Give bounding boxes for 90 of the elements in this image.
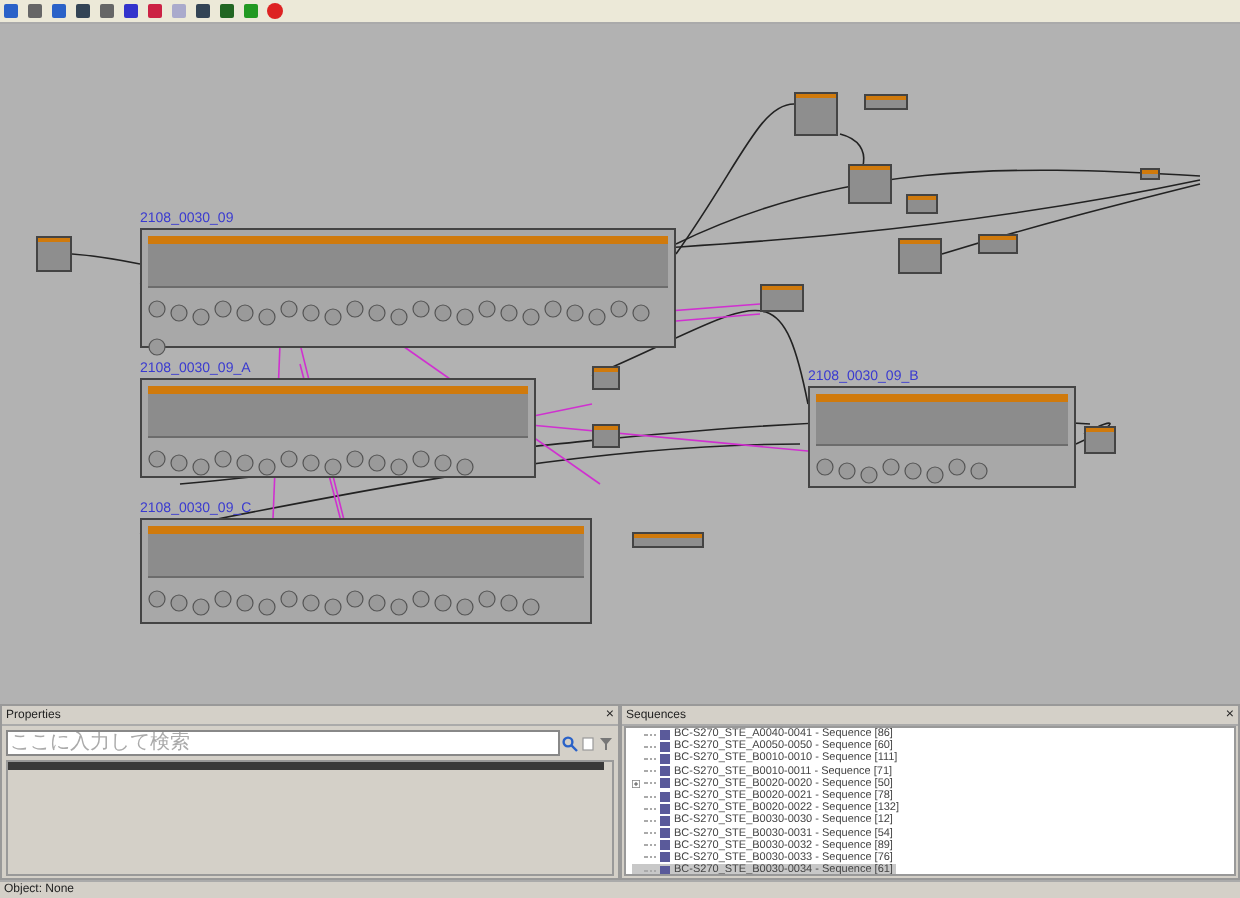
socket-node-icon[interactable] [236,594,254,612]
socket-node-icon[interactable] [302,304,320,322]
socket-node-icon[interactable] [434,304,452,322]
socket-node-icon[interactable] [500,304,518,322]
socket-node-icon[interactable] [148,338,166,356]
node-body[interactable] [816,402,1068,446]
socket-node-icon[interactable] [500,594,518,612]
socket-node-icon[interactable] [948,458,966,476]
socket-node-icon[interactable] [192,598,210,616]
socket-node-icon[interactable] [258,598,276,616]
graph-node[interactable] [36,236,72,272]
socket-node-icon[interactable] [860,466,878,484]
socket-node-icon[interactable] [434,594,452,612]
socket-node-icon[interactable] [412,590,430,608]
socket-node-icon[interactable] [522,598,540,616]
socket-node-icon[interactable] [170,594,188,612]
search-icon[interactable] [562,735,578,751]
graph-node[interactable] [632,532,704,548]
graph-node[interactable] [794,92,838,136]
socket-node-icon[interactable] [816,458,834,476]
socket-node-icon[interactable] [632,304,650,322]
socket-node-icon[interactable] [522,308,540,326]
group-frame[interactable] [808,386,1076,488]
socket-node-icon[interactable] [368,454,386,472]
socket-node-icon[interactable] [926,466,944,484]
node-body[interactable] [148,244,668,288]
socket-node-icon[interactable] [566,304,584,322]
socket-node-icon[interactable] [346,590,364,608]
group-frame[interactable] [140,518,592,624]
socket-node-icon[interactable] [324,598,342,616]
socket-node-icon[interactable] [456,458,474,476]
socket-node-icon[interactable] [882,458,900,476]
socket-node-icon[interactable] [456,598,474,616]
socket-node-icon[interactable] [280,590,298,608]
socket-node-icon[interactable] [390,308,408,326]
socket-node-icon[interactable] [904,462,922,480]
expand-icon[interactable] [632,779,640,788]
graph-node[interactable] [978,234,1018,254]
graph-node[interactable] [898,238,942,274]
socket-node-icon[interactable] [478,300,496,318]
socket-node-icon[interactable] [390,598,408,616]
socket-node-icon[interactable] [588,308,606,326]
graph-node[interactable] [848,164,892,204]
group-frame[interactable] [140,378,536,478]
socket-node-icon[interactable] [214,590,232,608]
socket-node-icon[interactable] [236,454,254,472]
socket-node-icon[interactable] [970,462,988,480]
search-field[interactable]: ここに入力して検索 [6,730,560,756]
graph-node[interactable] [1140,168,1160,180]
socket-node-icon[interactable] [148,590,166,608]
socket-node-icon[interactable] [148,300,166,318]
page-icon[interactable] [580,735,596,751]
socket-node-icon[interactable] [610,300,628,318]
node-body[interactable] [148,534,584,578]
socket-node-icon[interactable] [170,454,188,472]
socket-node-icon[interactable] [236,304,254,322]
socket-node-icon[interactable] [302,454,320,472]
socket-node-icon[interactable] [192,458,210,476]
socket-node-icon[interactable] [258,458,276,476]
socket-node-icon[interactable] [214,450,232,468]
socket-node-icon[interactable] [280,450,298,468]
socket-node-icon[interactable] [544,300,562,318]
socket-node-icon[interactable] [280,300,298,318]
graph-node[interactable] [1084,426,1116,454]
socket-node-icon[interactable] [302,594,320,612]
socket-node-icon[interactable] [148,450,166,468]
socket-node-icon[interactable] [368,304,386,322]
socket-node-icon[interactable] [456,308,474,326]
socket-node-icon[interactable] [390,458,408,476]
node-body[interactable] [148,394,528,438]
socket-node-icon[interactable] [412,300,430,318]
graph-node[interactable] [760,284,804,312]
socket-node-icon[interactable] [258,308,276,326]
graph-node[interactable] [592,366,620,390]
graph-node[interactable] [906,194,938,214]
socket-node-icon[interactable] [412,450,430,468]
socket-node-icon[interactable] [214,300,232,318]
graph-node[interactable] [592,424,620,448]
graph-node[interactable] [864,94,908,110]
socket-node-icon[interactable] [368,594,386,612]
socket-node-icon[interactable] [434,454,452,472]
socket-node-icon[interactable] [346,300,364,318]
socket-node-icon[interactable] [838,462,856,480]
socket-node-icon[interactable] [324,308,342,326]
socket-node-icon[interactable] [324,458,342,476]
filter-icon[interactable] [598,735,614,751]
socket-node-icon[interactable] [346,450,364,468]
socket-node-icon[interactable] [478,590,496,608]
socket-node-icon[interactable] [170,304,188,322]
socket-node-icon[interactable] [192,308,210,326]
